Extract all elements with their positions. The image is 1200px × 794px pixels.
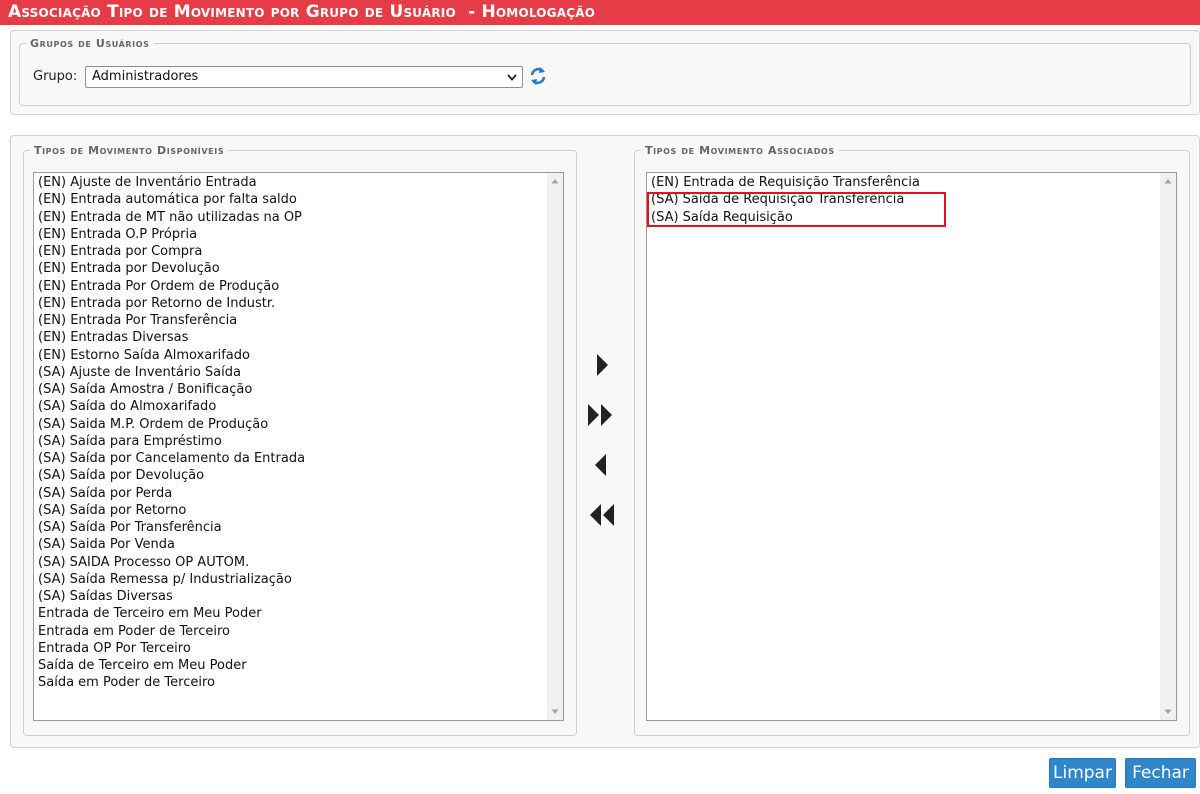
list-option[interactable]: (EN) Entrada Por Transferência [34,312,547,329]
available-scrollbar[interactable] [547,173,563,720]
list-option[interactable]: (EN) Entrada por Retorno de Industr. [34,295,547,312]
scroll-up-icon[interactable] [547,173,563,189]
grupo-select[interactable]: Administradores [85,66,523,88]
close-button[interactable]: Fechar [1125,758,1196,788]
associated-scrollbar[interactable] [1160,173,1176,720]
clear-button[interactable]: Limpar [1049,758,1116,788]
groups-legend: Grupos de Usuários [30,37,150,50]
list-option[interactable]: (SA) Saída do Almoxarifado [34,398,547,415]
caret-left-icon [595,454,606,476]
list-option[interactable]: (EN) Ajuste de Inventário Entrada [34,174,547,191]
list-option[interactable]: (EN) Entrada por Devolução [34,260,547,277]
list-option[interactable]: (SA) Saída por Devolução [34,467,547,484]
list-option[interactable]: (EN) Entrada O.P Própria [34,226,547,243]
available-list: (EN) Ajuste de Inventário Entrada (EN) En… [34,173,547,720]
list-option[interactable]: (SA) Saida M.P. Ordem de Produção [34,416,547,433]
list-option[interactable]: (SA) Saida Por Venda [34,536,547,553]
caret-right-icon [597,354,608,376]
chevron-down-icon [507,74,517,81]
list-option[interactable]: (EN) Entrada por Compra [34,243,547,260]
list-option[interactable]: (EN) Entrada Por Ordem de Produção [34,278,547,295]
available-legend: Tipos de Movimento Disponíveis [34,144,225,157]
list-option[interactable]: (SA) Saída Amostra / Bonificação [34,381,547,398]
double-caret-right-icon [588,404,612,426]
grupo-select-value: Administradores [92,69,199,84]
list-option[interactable]: (SA) Saída para Empréstimo [34,433,547,450]
add-all-button[interactable] [584,400,618,430]
list-option[interactable]: Entrada de Terceiro em Meu Poder [34,605,547,622]
window-title: Associação Tipo de Movimento por Grupo d… [0,0,1200,25]
list-option[interactable]: Entrada em Poder de Terceiro [34,623,547,640]
associated-list: (EN) Entrada de Requisição Transferência… [647,173,1160,720]
refresh-icon[interactable] [529,66,547,86]
add-selected-button[interactable] [585,350,619,380]
list-option[interactable]: (SA) SAIDA Processo OP AUTOM. [34,554,547,571]
list-option[interactable]: (SA) Saídas Diversas [34,588,547,605]
double-caret-left-icon [590,504,614,526]
list-option[interactable]: (EN) Entrada automática por falta saldo [34,191,547,208]
highlight-box [647,192,946,227]
list-option[interactable]: (EN) Entrada de Requisição Transferência [647,174,1160,191]
list-option[interactable]: (SA) Saída Por Transferência [34,519,547,536]
grupo-label: Grupo: [33,69,78,84]
list-option[interactable]: (SA) Saída Remessa p/ Industrialização [34,571,547,588]
associated-legend: Tipos de Movimento Associados [645,144,835,157]
scroll-down-icon[interactable] [547,704,563,720]
scroll-down-icon[interactable] [1160,704,1176,720]
remove-all-button[interactable] [584,500,618,530]
list-option[interactable]: Saída de Terceiro em Meu Poder [34,657,547,674]
list-option[interactable]: (SA) Saída por Cancelamento da Entrada [34,450,547,467]
list-option[interactable]: (EN) Entradas Diversas [34,329,547,346]
list-option[interactable]: Entrada OP Por Terceiro [34,640,547,657]
list-option[interactable]: (EN) Estorno Saída Almoxarifado [34,347,547,364]
list-option[interactable]: Saída em Poder de Terceiro [34,674,547,691]
list-option[interactable]: (SA) Saída por Retorno [34,502,547,519]
remove-selected-button[interactable] [584,450,618,480]
list-option[interactable]: (SA) Saída por Perda [34,485,547,502]
list-option[interactable]: (EN) Entrada de MT não utilizadas na OP [34,209,547,226]
available-listbox[interactable]: (EN) Ajuste de Inventário Entrada (EN) En… [33,172,564,721]
list-option[interactable]: (SA) Ajuste de Inventário Saída [34,364,547,381]
associated-listbox[interactable]: (EN) Entrada de Requisição Transferência… [646,172,1177,721]
scroll-up-icon[interactable] [1160,173,1176,189]
